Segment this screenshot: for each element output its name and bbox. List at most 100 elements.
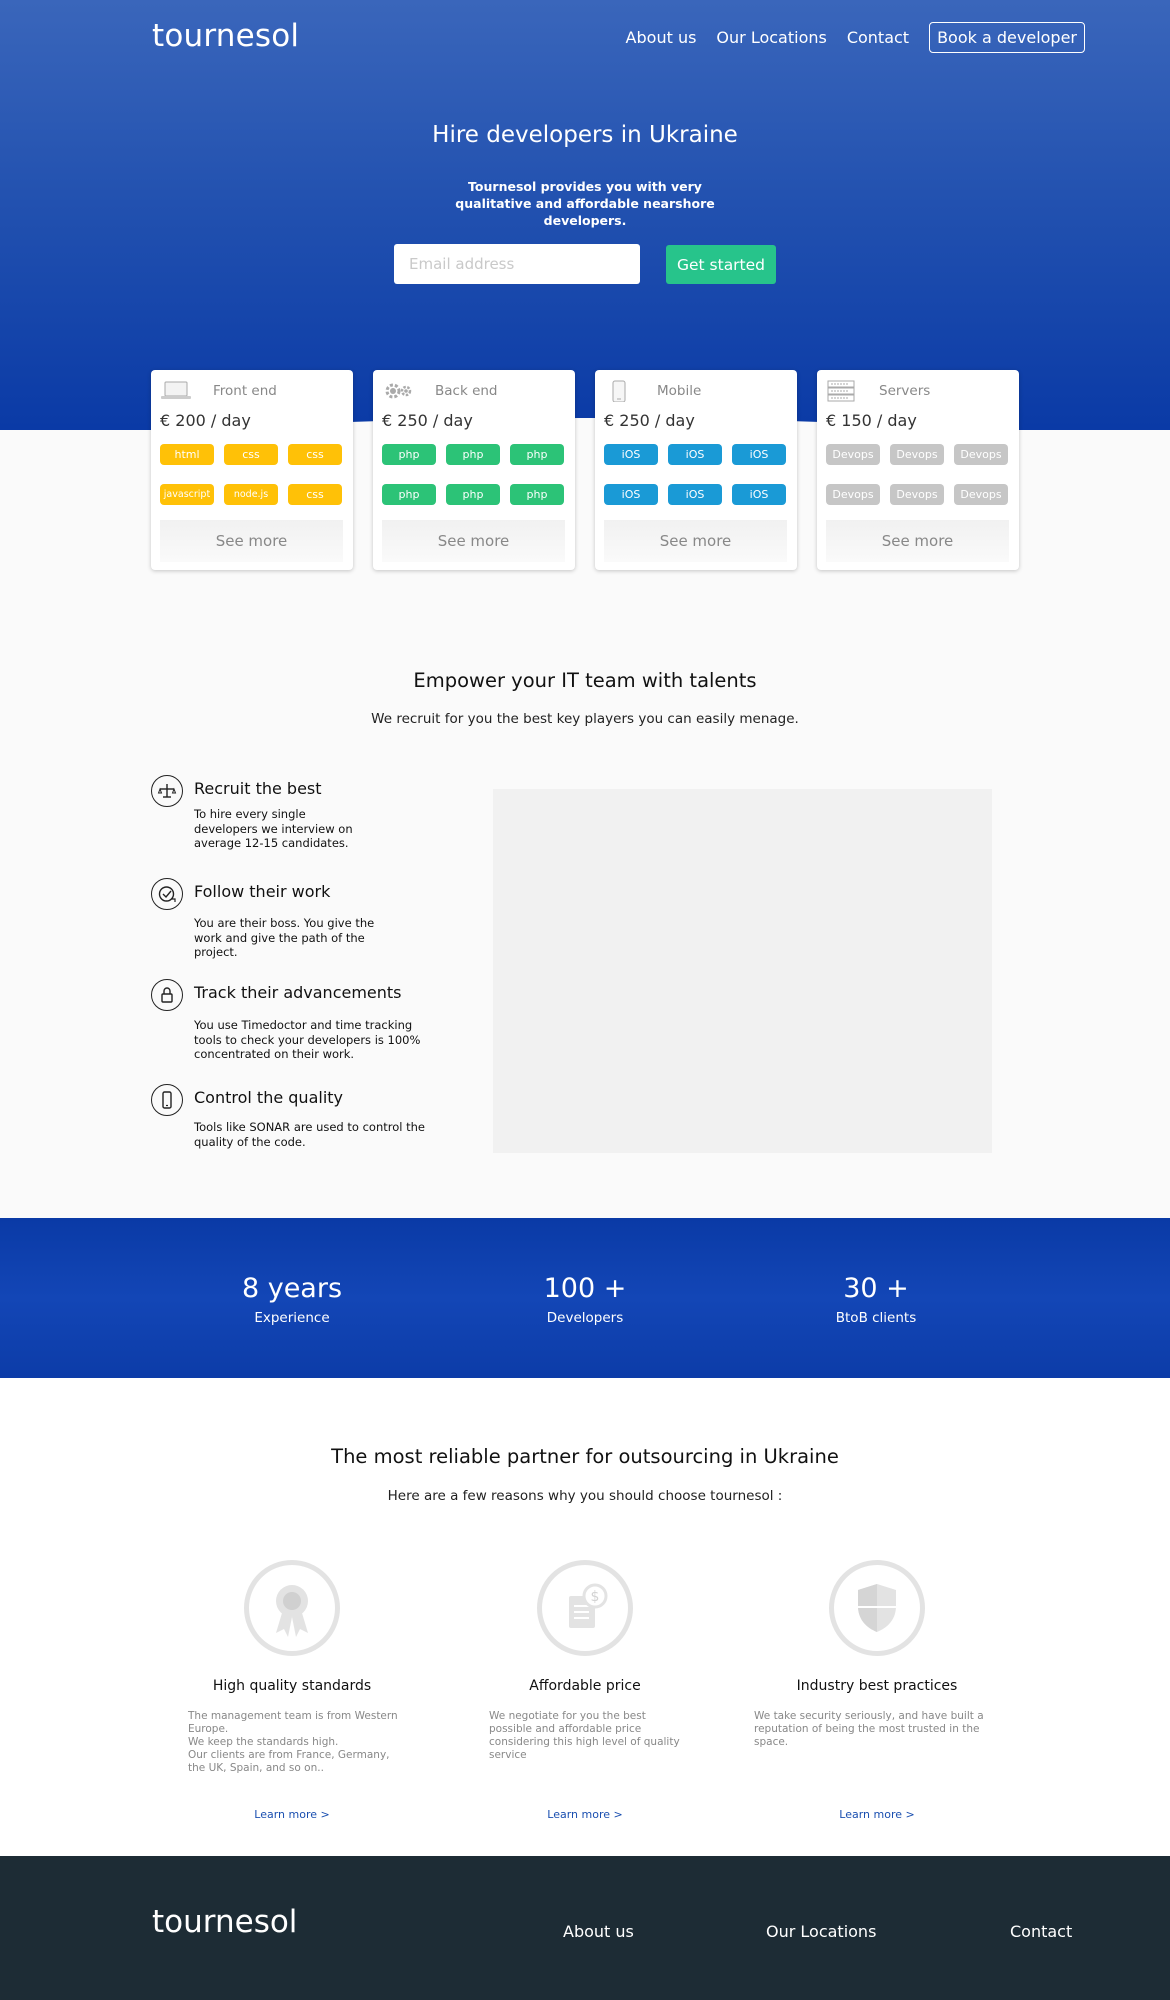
card-price: € 200 / day: [160, 411, 251, 430]
price-invoice-icon: $: [537, 1560, 633, 1656]
email-input[interactable]: [394, 244, 640, 284]
tag: php: [446, 444, 500, 465]
tag: Devops: [826, 484, 880, 505]
server-icon: [827, 380, 855, 402]
card-title: Mobile: [657, 383, 702, 399]
tag: iOS: [668, 444, 722, 465]
tag: iOS: [732, 444, 786, 465]
see-more-button[interactable]: See more: [826, 520, 1009, 562]
phone-icon: [151, 1084, 183, 1116]
tag: node.js: [224, 484, 278, 505]
tag: javascript: [160, 484, 214, 505]
tag: php: [510, 484, 564, 505]
feature-title: Recruit the best: [194, 779, 322, 798]
card-front-end: Front end € 200 / day html css css javas…: [151, 370, 353, 570]
shield-icon: [829, 1560, 925, 1656]
stat-label: Developers: [546, 1310, 624, 1326]
footer-nav-contact[interactable]: Contact: [1010, 1922, 1072, 1941]
tag: php: [446, 484, 500, 505]
feature-title: Follow their work: [194, 882, 331, 901]
card-back-end: Back end € 250 / day php php php php php…: [373, 370, 575, 570]
tag: Devops: [954, 484, 1008, 505]
tag: Devops: [890, 444, 944, 465]
nav-our-locations[interactable]: Our Locations: [716, 28, 826, 47]
footer-nav-our-locations[interactable]: Our Locations: [766, 1922, 876, 1941]
book-developer-button[interactable]: Book a developer: [929, 22, 1085, 53]
tag: iOS: [604, 444, 658, 465]
hero-title: Hire developers in Ukraine: [432, 122, 738, 148]
feature-text: Tools like SONAR are used to control the…: [194, 1120, 425, 1149]
smartphone-icon: [612, 380, 626, 402]
tag: css: [224, 444, 278, 465]
stat-value: 8 years: [241, 1273, 343, 1304]
media-placeholder: [493, 789, 992, 1153]
tag: iOS: [732, 484, 786, 505]
reason-title: Industry best practices: [796, 1678, 958, 1694]
card-title: Front end: [213, 383, 277, 399]
tag: css: [288, 484, 342, 505]
pricing-cards: Front end € 200 / day html css css javas…: [151, 370, 1019, 570]
card-price: € 250 / day: [382, 411, 473, 430]
nav-about-us[interactable]: About us: [626, 28, 697, 47]
tag: Devops: [890, 484, 944, 505]
feature-text: You use Timedoctor and time tracking too…: [194, 1018, 421, 1061]
clock-check-icon: [151, 878, 183, 910]
learn-more-link[interactable]: Learn more >: [747, 1808, 1007, 1821]
feature-text: You are their boss. You give the work an…: [194, 916, 375, 959]
reason-text: The management team is from Western Euro…: [188, 1710, 398, 1775]
get-started-button[interactable]: Get started: [666, 245, 776, 284]
card-price: € 250 / day: [604, 411, 695, 430]
top-nav: About us Our Locations Contact Book a de…: [626, 22, 1085, 53]
learn-more-link[interactable]: Learn more >: [455, 1808, 715, 1821]
reason-line: Our clients are from France, Germany, th…: [188, 1749, 390, 1774]
see-more-button[interactable]: See more: [160, 520, 343, 562]
stat-label: BtoB clients: [835, 1310, 917, 1326]
tag: Devops: [954, 444, 1008, 465]
tag-list: html css css javascript node.js css: [160, 444, 346, 505]
reason-line: We take security seriously, and have bui…: [754, 1710, 984, 1748]
award-ribbon-icon: [244, 1560, 340, 1656]
card-mobile: Mobile € 250 / day iOS iOS iOS iOS iOS i…: [595, 370, 797, 570]
nav-contact[interactable]: Contact: [847, 28, 909, 47]
reasons-title: The most reliable partner for outsourcin…: [331, 1445, 839, 1468]
see-more-button[interactable]: See more: [604, 520, 787, 562]
tag-list: Devops Devops Devops Devops Devops Devop…: [826, 444, 1012, 505]
logo[interactable]: tournesol: [152, 18, 299, 54]
tag: iOS: [668, 484, 722, 505]
reasons-subtitle: Here are a few reasons why you should ch…: [387, 1488, 783, 1504]
footer-logo[interactable]: tournesol: [152, 1904, 297, 1940]
reason-text: We take security seriously, and have bui…: [754, 1710, 1004, 1749]
reason-line: We negotiate for you the best possible a…: [489, 1710, 680, 1761]
stats-band: 8 years Experience 100 + Developers 30 +…: [0, 1218, 1170, 1378]
card-price: € 150 / day: [826, 411, 917, 430]
stat-value: 100 +: [543, 1273, 627, 1304]
tag: php: [382, 484, 436, 505]
card-title: Servers: [879, 383, 931, 399]
see-more-button[interactable]: See more: [382, 520, 565, 562]
tag: php: [510, 444, 564, 465]
svg-text:$: $: [591, 1589, 600, 1605]
card-title: Back end: [435, 383, 498, 399]
reason-text: We negotiate for you the best possible a…: [489, 1710, 689, 1762]
empower-title: Empower your IT team with talents: [413, 669, 757, 692]
laptop-icon: [161, 381, 191, 399]
stat-value: 30 +: [843, 1273, 909, 1304]
feature-title: Control the quality: [194, 1088, 343, 1107]
card-servers: Servers € 150 / day Devops Devops Devops…: [817, 370, 1019, 570]
reason-line: The management team is from Western Euro…: [188, 1710, 398, 1735]
reason-title: Affordable price: [529, 1678, 641, 1694]
reason-title: High quality standards: [212, 1678, 372, 1694]
footer-nav-about-us[interactable]: About us: [563, 1922, 634, 1941]
feature-text: To hire every single developers we inter…: [194, 807, 353, 850]
tag-list: iOS iOS iOS iOS iOS iOS: [604, 444, 790, 505]
tag: iOS: [604, 484, 658, 505]
tag-list: php php php php php php: [382, 444, 568, 505]
learn-more-link[interactable]: Learn more >: [162, 1808, 422, 1821]
reason-line: We keep the standards high.: [188, 1736, 339, 1748]
footer: tournesol About us Our Locations Contact: [0, 1856, 1170, 2000]
tag: php: [382, 444, 436, 465]
tag: css: [288, 444, 342, 465]
stat-experience: 8 years Experience: [192, 1273, 392, 1326]
gears-icon: [385, 383, 412, 399]
tag: Devops: [826, 444, 880, 465]
